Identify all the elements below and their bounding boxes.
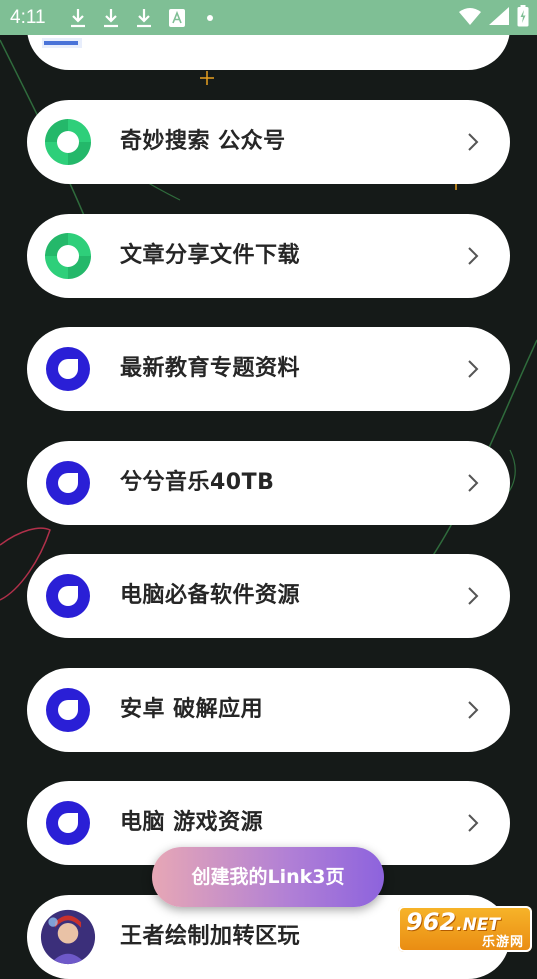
chevron-right-icon: [468, 474, 479, 492]
green-swirl-icon: [40, 228, 96, 284]
chevron-right-icon: [468, 587, 479, 605]
blue-ring-icon: [40, 682, 96, 738]
create-link3-button[interactable]: 创建我的Link3页: [152, 847, 384, 907]
status-bar: 4:11: [0, 0, 537, 35]
link-card-article-share[interactable]: 文章分享文件下载: [27, 214, 510, 298]
link-card-android-apps[interactable]: 安卓 破解应用: [27, 668, 510, 752]
site-watermark: 962.NET 乐游网: [398, 906, 532, 952]
avatar-icon: [40, 909, 96, 965]
download-icon: [134, 7, 154, 29]
link-card-music[interactable]: 兮兮音乐40TB: [27, 441, 510, 525]
link-card-label: 奇妙搜索 公众号: [120, 129, 286, 154]
blue-ring-icon: [40, 568, 96, 624]
download-icon: [68, 7, 88, 29]
link-card-label: 安卓 破解应用: [120, 697, 264, 722]
battery-icon: [517, 4, 529, 31]
status-time: 4:11: [10, 6, 46, 28]
link-card-label: 兮兮音乐40TB: [120, 470, 275, 495]
blue-ring-icon: [40, 341, 96, 397]
chevron-right-icon: [468, 814, 479, 832]
dot-icon: [200, 7, 220, 29]
link-card-label: 最新教育专题资料: [120, 356, 301, 381]
chevron-right-icon: [468, 360, 479, 378]
watermark-site: 乐游网: [481, 935, 524, 950]
chevron-right-icon: [468, 701, 479, 719]
notification-icons: [68, 7, 220, 29]
system-icons: [459, 0, 529, 35]
link-card-label: 电脑必备软件资源: [120, 583, 301, 608]
signal-icon: [489, 6, 509, 29]
green-swirl-icon: [40, 114, 96, 170]
blue-ring-icon: [40, 795, 96, 851]
link-list: 奇妙搜索 公众号 文章分享文件下载 最新教育专题资料 兮兮音乐40TB 电脑必备…: [0, 0, 537, 979]
wifi-icon: [459, 7, 481, 29]
link-card-label: 王者绘制加转区玩: [120, 924, 301, 949]
chevron-right-icon: [468, 133, 479, 151]
download-icon: [101, 7, 121, 29]
link-card-pc-software[interactable]: 电脑必备软件资源: [27, 554, 510, 638]
link-card-qimiao-search[interactable]: 奇妙搜索 公众号: [27, 100, 510, 184]
chevron-right-icon: [468, 247, 479, 265]
link-card-education[interactable]: 最新教育专题资料: [27, 327, 510, 411]
blue-ring-icon: [40, 455, 96, 511]
translate-icon: [167, 7, 187, 29]
link-card-label: 文章分享文件下载: [120, 243, 301, 268]
